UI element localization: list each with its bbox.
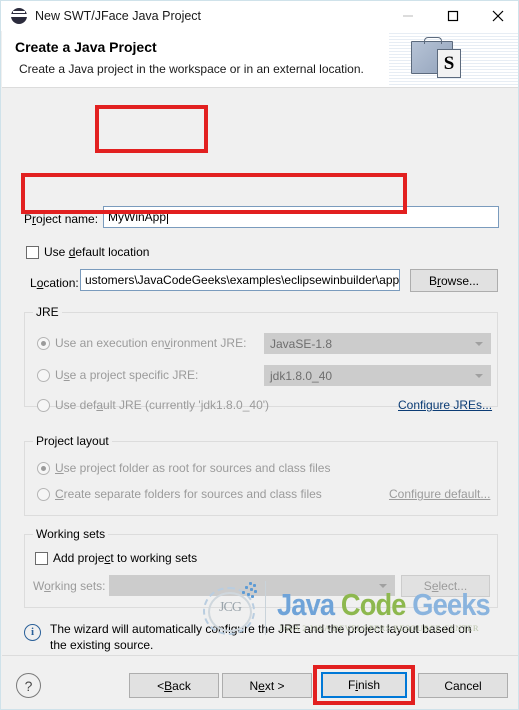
chevron-down-icon <box>475 373 483 378</box>
minimize-button[interactable] <box>385 1 430 31</box>
maximize-button[interactable] <box>430 1 475 31</box>
logo-tagline: JAVA 2 JAVA DEVELOPERS RESOURCE CENTER <box>279 623 479 633</box>
dialog-body: Project name: MyWinApp Use default locat… <box>2 88 518 655</box>
execution-environment-value: JavaSE-1.8 <box>270 336 333 351</box>
help-icon[interactable]: ? <box>16 673 41 698</box>
java-code-geeks-logo: JCG Java Code Geeks JAVA 2 JAVA DEVELOPE… <box>199 579 491 641</box>
use-default-location-checkbox[interactable] <box>26 246 39 259</box>
use-default-location-label: Use default location <box>44 245 150 259</box>
eclipse-icon <box>11 8 27 24</box>
chevron-down-icon <box>475 341 483 346</box>
cancel-button[interactable]: Cancel <box>418 673 508 698</box>
project-layout-group: Project layout <box>24 434 498 516</box>
working-sets-group-title: Working sets <box>33 527 109 541</box>
browse-button[interactable]: Br owse... <box>410 269 498 292</box>
info-icon: i <box>24 624 41 641</box>
location-label: Location: <box>30 276 79 290</box>
project-name-input[interactable]: MyWinApp <box>103 206 499 228</box>
page-title: Create a Java Project <box>15 39 157 55</box>
project-name-label: Project name: <box>24 212 99 226</box>
jre-option-project-specific-radio[interactable] <box>37 369 50 382</box>
window-title: New SWT/JFace Java Project <box>35 9 202 23</box>
project-layout-group-title: Project layout <box>33 434 112 448</box>
jre-option-default-radio[interactable] <box>37 399 50 412</box>
back-button[interactable]: < Back <box>129 673 219 698</box>
layout-option-separate-folders-radio[interactable] <box>37 488 50 501</box>
project-specific-jre-combo[interactable]: jdk1.8.0_40 <box>264 365 491 386</box>
logo-word-java: Java <box>277 587 335 622</box>
jcg-mark-icon: JCG <box>199 581 259 637</box>
jcg-dots-decoration <box>235 581 259 601</box>
window-controls <box>385 1 518 31</box>
jre-option-project-specific-label: Use a project specific JRE: <box>55 368 199 382</box>
layout-option-project-folder-radio[interactable] <box>37 462 50 475</box>
finish-button[interactable]: Fi nish <box>321 672 407 698</box>
add-project-to-working-sets-checkbox[interactable] <box>35 552 48 565</box>
jcg-monogram: JCG <box>219 600 242 615</box>
location-input[interactable]: ustomers\JavaCodeGeeks\examples\eclipsew… <box>80 269 400 291</box>
project-specific-jre-value: jdk1.8.0_40 <box>270 368 333 383</box>
wizard-header: Create a Java Project Create a Java proj… <box>2 31 518 88</box>
logo-wordmark: Java Code Geeks <box>277 587 491 623</box>
layout-option-separate-folders-label: Create separate folders for sources and … <box>55 487 322 501</box>
logo-divider <box>265 581 266 635</box>
project-name-value: MyWinApp <box>108 210 167 224</box>
jre-option-execution-environment-radio[interactable] <box>37 337 50 350</box>
add-project-to-working-sets-label: Add project to working sets <box>53 551 198 565</box>
jre-group: JRE <box>24 305 498 407</box>
jre-group-title: JRE <box>33 305 62 319</box>
jre-option-default-label: Use default JRE (currently 'jdk1.8.0_40'… <box>55 398 270 412</box>
location-value: ustomers\JavaCodeGeeks\examples\eclipsew… <box>85 273 400 287</box>
next-button[interactable]: Ne xt > <box>222 673 312 698</box>
header-artwork: S <box>389 31 518 86</box>
working-sets-combo-label: Working sets: <box>33 579 106 593</box>
logo-word-geeks: Geeks <box>412 587 490 622</box>
briefcase-handle <box>424 37 442 44</box>
configure-default-link[interactable]: Configure default... <box>389 487 490 501</box>
new-java-project-dialog: New SWT/JFace Java Project Create a Java… <box>0 0 519 710</box>
layout-option-project-folder-label: Use project folder as root for sources a… <box>55 461 331 475</box>
execution-environment-combo[interactable]: JavaSE-1.8 <box>264 333 491 354</box>
titlebar: New SWT/JFace Java Project <box>1 1 518 31</box>
logo-word-code: Code <box>340 587 407 622</box>
page-subtitle: Create a Java project in the workspace o… <box>19 62 364 76</box>
text-caret <box>167 210 169 224</box>
close-button[interactable] <box>475 1 518 31</box>
jre-option-execution-environment-label: Use an execution environment JRE: <box>55 336 247 350</box>
swt-badge-icon: S <box>437 49 461 78</box>
configure-jres-link[interactable]: Configure JREs... <box>398 398 492 412</box>
